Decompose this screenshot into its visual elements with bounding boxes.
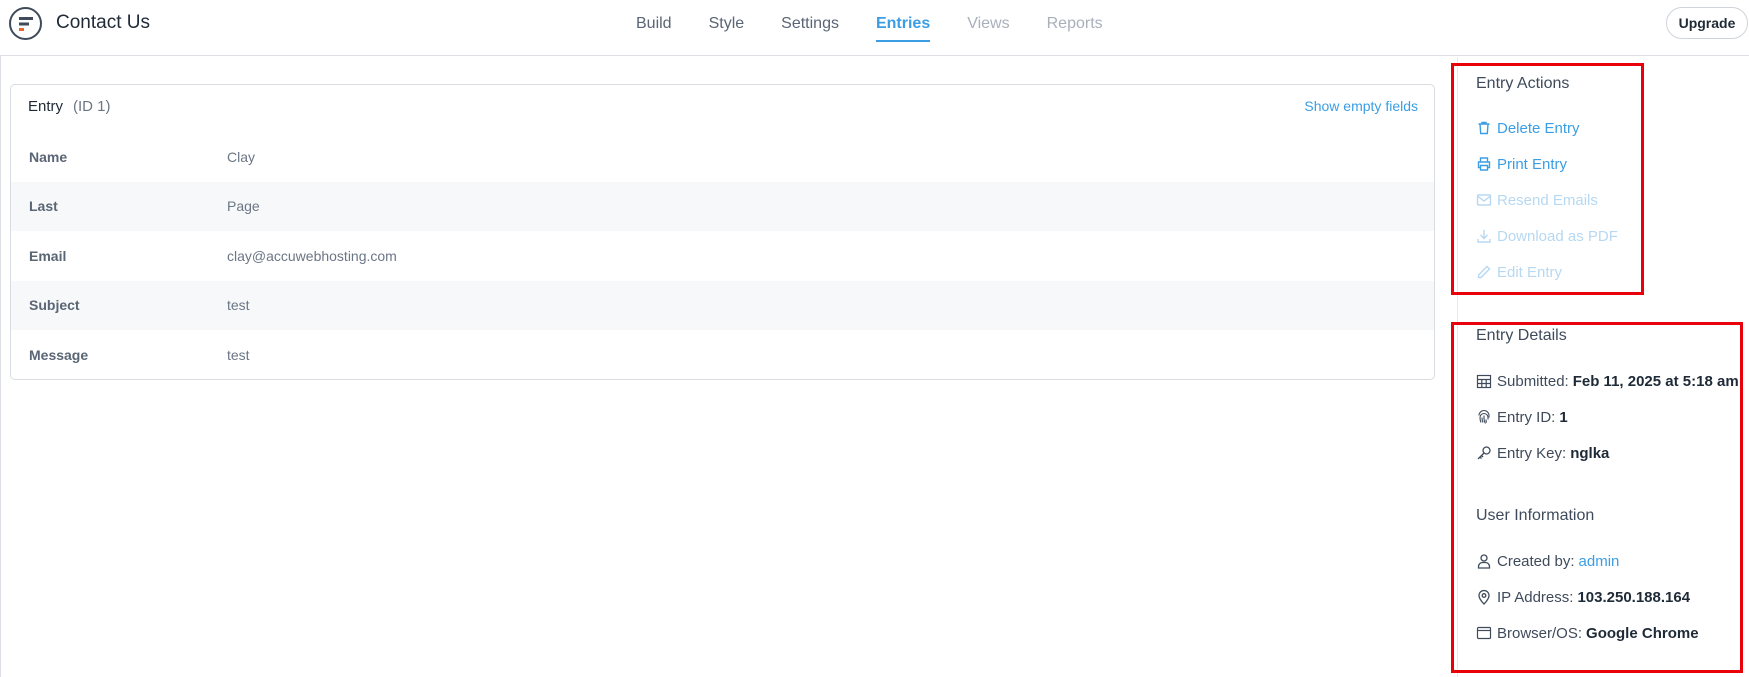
field-value: Page — [227, 198, 260, 215]
tab-settings[interactable]: Settings — [781, 0, 839, 56]
entry-id-label: (ID 1) — [73, 98, 111, 115]
field-row: Subject test — [11, 280, 1434, 330]
tab-views[interactable]: Views — [967, 0, 1009, 56]
field-label: Last — [29, 198, 58, 215]
field-row: Name Clay — [11, 132, 1434, 182]
entry-fields: Name Clay Last Page Email clay@accuwebho… — [11, 132, 1434, 380]
tab-reports[interactable]: Reports — [1047, 0, 1103, 56]
tab-entries[interactable]: Entries — [875, 0, 931, 56]
formidable-logo-icon[interactable] — [9, 7, 42, 40]
main-nav: Build Style Settings Entries Views Repor… — [636, 0, 1140, 56]
field-row: Last Page — [11, 181, 1434, 231]
field-value: test — [227, 346, 250, 363]
upgrade-button[interactable]: Upgrade — [1666, 7, 1748, 39]
form-title: Contact Us — [56, 12, 150, 33]
tab-style[interactable]: Style — [709, 0, 745, 56]
show-empty-fields-link[interactable]: Show empty fields — [1304, 98, 1418, 114]
top-bar: Contact Us Build Style Settings Entries … — [0, 0, 1749, 56]
entry-card: Entry (ID 1) Show empty fields Name Clay … — [10, 84, 1435, 380]
field-row: Message test — [11, 330, 1434, 380]
entry-actions-highlight — [1451, 63, 1644, 295]
tab-build[interactable]: Build — [636, 0, 672, 56]
entry-heading: Entry (ID 1) — [28, 98, 111, 115]
entry-details-highlight — [1451, 322, 1743, 673]
field-value: test — [227, 297, 250, 314]
field-label: Email — [29, 247, 67, 264]
field-label: Name — [29, 148, 68, 165]
field-row: Email clay@accuwebhosting.com — [11, 231, 1434, 281]
field-value: clay@accuwebhosting.com — [227, 247, 397, 264]
left-edge — [0, 0, 1, 677]
field-label: Message — [29, 346, 89, 363]
field-value: Clay — [227, 148, 256, 165]
field-label: Subject — [29, 297, 80, 314]
entry-title: Entry — [28, 98, 64, 115]
